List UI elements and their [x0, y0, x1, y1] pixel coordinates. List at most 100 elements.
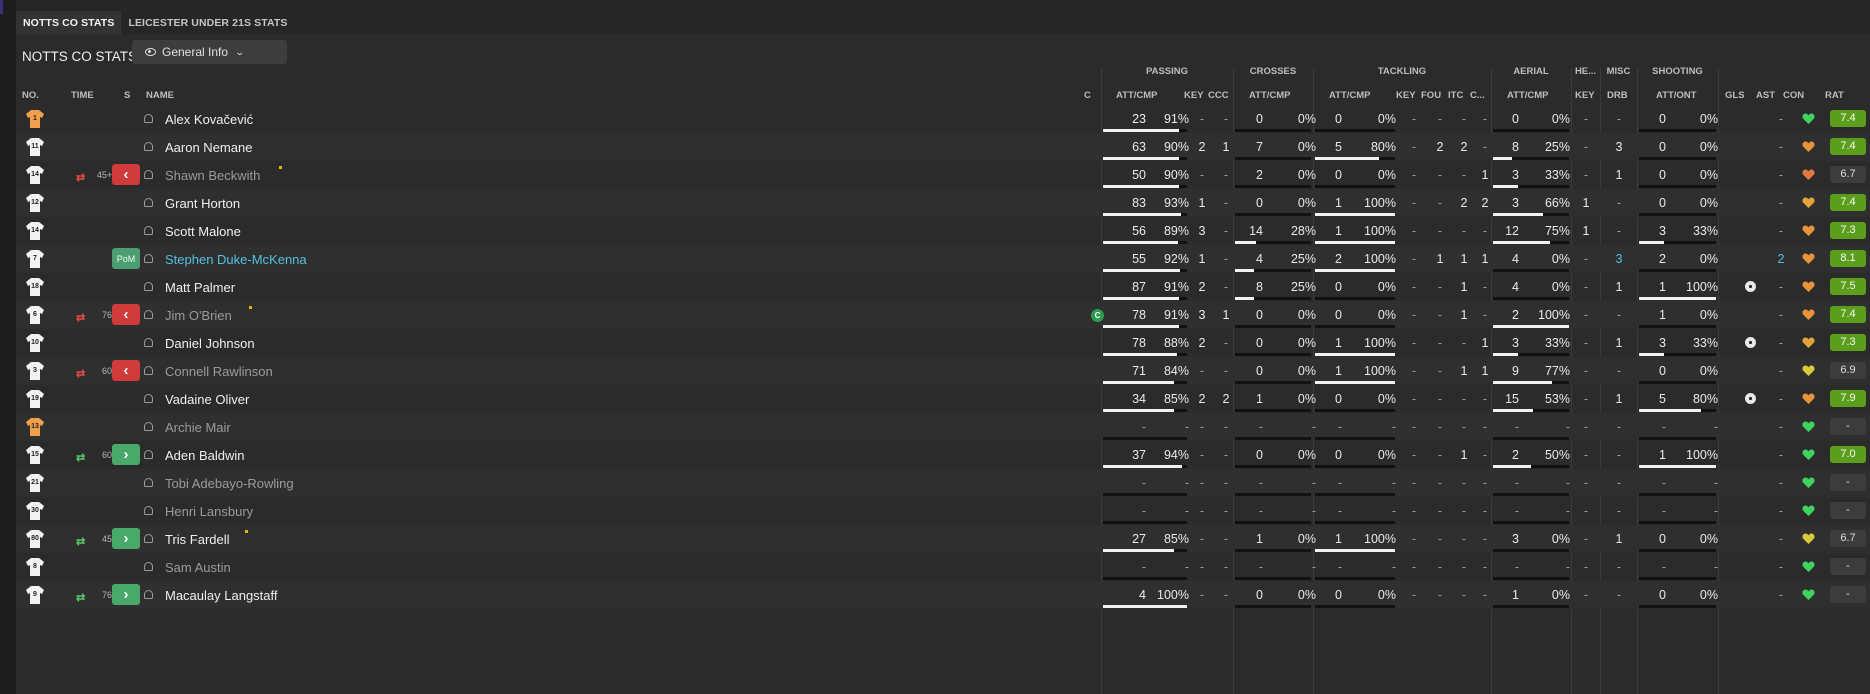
tackle-key: - — [1411, 280, 1417, 294]
dribbles: 1 — [1615, 532, 1623, 546]
table-row[interactable]: 19 Vadaine Oliver 34 85% 2 2 1 0% 0 0% - - - -15 53% -1… — [16, 385, 1870, 413]
col-tack-c[interactable]: C... — [1470, 90, 1485, 101]
col-pass-ccc[interactable]: CCC — [1208, 90, 1229, 101]
table-row[interactable]: 18 Matt Palmer 87 91% 2-8 25% 0 0% - -1-4 0% -1 1 100… — [16, 273, 1870, 301]
player-name[interactable]: Tobi Adebayo-Rowling — [165, 476, 294, 491]
col-gls[interactable]: GLS — [1725, 90, 1745, 101]
player-name[interactable]: Archie Mair — [165, 420, 231, 435]
col-cross-att[interactable]: ATT/CMP — [1249, 90, 1291, 101]
table-row[interactable]: 1 Alex Kovačević 23 91% - -0 0% 0 0% - - - -0 0% - -0 0%… — [16, 105, 1870, 133]
col-he-key[interactable]: KEY — [1575, 90, 1595, 101]
table-row[interactable]: 30 Henri Lansbury - - - - - - - - - - - - - - - - - - - - — [16, 497, 1870, 525]
player-name[interactable]: Connell Rawlinson — [165, 364, 273, 379]
pass-bar — [1103, 409, 1187, 412]
col-pass-key[interactable]: KEY — [1184, 90, 1204, 101]
player-name[interactable]: Sam Austin — [165, 560, 231, 575]
table-row[interactable]: 13 Archie Mair - - - - - - - - - - - - - - - - - - - - — [16, 413, 1870, 441]
tackle-key: - — [1411, 448, 1417, 462]
player-name[interactable]: Aden Baldwin — [165, 448, 245, 463]
col-tack-att[interactable]: ATT/CMP — [1329, 90, 1371, 101]
pass-completion: - — [1184, 476, 1189, 490]
aerial-completion: 0% — [1551, 252, 1570, 266]
player-name[interactable]: Macaulay Langstaff — [165, 588, 278, 603]
table-row[interactable]: 14 ⇄ 45+3 ‹ Shawn Beckwith 50 90% - -2 0% 0 0% - - -1 3… — [16, 161, 1870, 189]
player-name[interactable]: Alex Kovačević — [165, 112, 253, 127]
col-aer-att[interactable]: ATT/CMP — [1507, 90, 1549, 101]
col-name[interactable]: NAME — [146, 90, 174, 101]
col-time[interactable]: TIME — [71, 90, 94, 101]
player-name[interactable]: Henri Lansbury — [165, 504, 253, 519]
col-no[interactable]: NO. — [22, 90, 39, 101]
col-shot-att[interactable]: ATT/ONT — [1656, 90, 1696, 101]
table-row[interactable]: 21 Tobi Adebayo-Rowling - - - - - - - - - - - - - - - - - -… — [16, 469, 1870, 497]
player-name[interactable]: Scott Malone — [165, 224, 241, 239]
col-tack-key[interactable]: KEY — [1396, 90, 1416, 101]
table-row[interactable]: 7 PoM Stephen Duke-McKenna 55 92% 1 - 4 25% 2 100%… — [16, 245, 1870, 273]
player-name[interactable]: Jim O'Brien — [165, 308, 232, 323]
aerial-bar — [1493, 437, 1569, 440]
table-row[interactable]: 9 ⇄ 76 › Macaulay Langstaff 4 100% - -0 0% 0 0% - - - -… — [16, 581, 1870, 609]
tab-notts-co-stats[interactable]: NOTTS CO STATS — [16, 11, 122, 35]
pass-key: - — [1199, 560, 1205, 574]
stats-screen: NOTTS CO STATS LEICESTER UNDER 21S STATS… — [0, 0, 1870, 694]
shot-attempts: 0 — [1659, 588, 1666, 602]
table-row[interactable]: 3 ⇄ 60 ‹ Connell Rawlinson 71 84% - -0 0% 1 100% - -1… — [16, 357, 1870, 385]
player-name[interactable]: Vadaine Oliver — [165, 392, 249, 407]
group-heading: HE... — [1574, 66, 1597, 77]
table-row[interactable]: 8 Sam Austin - - - - - - - - - - - - - - - - - - - - — [16, 553, 1870, 581]
jersey-number: 14 — [31, 171, 39, 178]
player-name[interactable]: Grant Horton — [165, 196, 240, 211]
pass-bar-fill — [1103, 241, 1178, 244]
jersey-number: 21 — [31, 479, 39, 486]
cross-completion: 0% — [1297, 168, 1316, 182]
assists: - — [1778, 532, 1784, 546]
col-tack-itc[interactable]: ITC — [1448, 90, 1463, 101]
pass-bar-fill — [1103, 269, 1181, 272]
table-row[interactable]: 12 Grant Horton 83 93% 1 - 0 0% 1 100% - - 2 2 3 66% 1 - 0… — [16, 189, 1870, 217]
assists: - — [1778, 588, 1784, 602]
shot-on-target: - — [1713, 560, 1718, 574]
view-dropdown[interactable]: General Info ⌄ — [132, 40, 287, 64]
col-con[interactable]: CON — [1783, 90, 1804, 101]
subbed-on-button[interactable]: › — [112, 444, 140, 465]
table-row[interactable]: 10 Daniel Johnson 78 88% 2-0 0% 1 100% - - -1 3 33% -… — [16, 329, 1870, 357]
player-name[interactable]: Tris Fardell — [165, 532, 230, 547]
table-row[interactable]: 15 ⇄ 60 › Aden Baldwin 37 94% - -0 0% 0 0% - -1-2 50% -… — [16, 441, 1870, 469]
col-misc-drb[interactable]: DRB — [1607, 90, 1628, 101]
player-name[interactable]: Stephen Duke-McKenna — [165, 252, 307, 267]
table-row[interactable]: 80 ⇄ 45 › Tris Fardell 27 85% - -1 0% 1 100% - - - -3 0%… — [16, 525, 1870, 553]
player-name[interactable]: Aaron Nemane — [165, 140, 252, 155]
col-pass-att[interactable]: ATT/CMP — [1116, 90, 1158, 101]
jersey-number: 15 — [31, 451, 39, 458]
col-c[interactable]: C — [1084, 90, 1091, 101]
table-row[interactable]: 14 Scott Malone 56 89% 3 - 14 28% 1 100% - - - - 12 75%… — [16, 217, 1870, 245]
table-row[interactable]: 11 Aaron Nemane 63 90% 2 1 7 0% 5 80% -2 2-8 25% -3 0 0… — [16, 133, 1870, 161]
tab-leicester-u21-stats[interactable]: LEICESTER UNDER 21S STATS — [121, 11, 294, 35]
col-rat[interactable]: RAT — [1825, 90, 1844, 101]
col-ast[interactable]: AST — [1756, 90, 1775, 101]
player-name[interactable]: Matt Palmer — [165, 280, 235, 295]
pass-ccc: 2 — [1222, 392, 1230, 406]
cross-bar-fill — [1235, 269, 1254, 272]
subbed-on-button[interactable]: › — [112, 528, 140, 549]
aerial-completion: - — [1565, 560, 1570, 574]
subbed-on-button[interactable]: › — [112, 584, 140, 605]
cross-attempts: 7 — [1256, 140, 1263, 154]
heading-key: - — [1583, 252, 1589, 266]
player-name[interactable]: Daniel Johnson — [165, 336, 255, 351]
subbed-off-button[interactable]: ‹ — [112, 360, 140, 381]
subbed-off-button[interactable]: ‹ — [112, 164, 140, 185]
tackle-key: - — [1411, 532, 1417, 546]
dribbles: - — [1616, 560, 1622, 574]
aerial-bar — [1493, 297, 1569, 300]
shot-on-target: 0% — [1699, 168, 1718, 182]
subbed-off-button[interactable]: ‹ — [112, 304, 140, 325]
tackle-attempts: 1 — [1335, 532, 1342, 546]
table-row[interactable]: 6 ⇄ 76 ‹ Jim O'Brien C 78 91% 3 1 0 0% 0 0% - -1-2 100% -… — [16, 301, 1870, 329]
col-s[interactable]: S — [124, 90, 130, 101]
player-name[interactable]: Shawn Beckwith — [165, 168, 260, 183]
pass-attempts: 37 — [1132, 448, 1146, 462]
tackle-c: - — [1482, 504, 1488, 518]
tackle-itc: 2 — [1460, 196, 1468, 210]
col-tack-fou[interactable]: FOU — [1421, 90, 1441, 101]
